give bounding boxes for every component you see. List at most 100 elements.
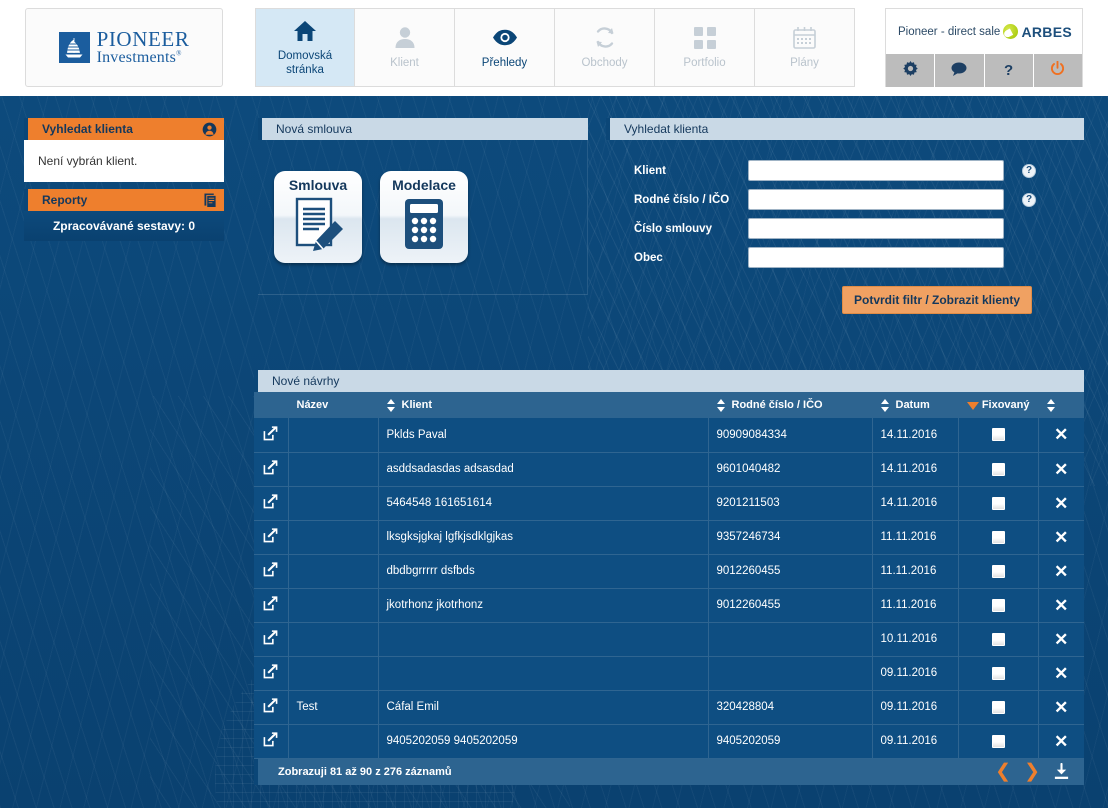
- nav-tab-portfolio[interactable]: Portfolio: [655, 8, 755, 87]
- cell-fixovany[interactable]: [958, 690, 1039, 725]
- table-row[interactable]: Pklds Paval 90909084334 14.11.2016 ✕: [254, 418, 1084, 453]
- fixovany-checkbox[interactable]: [991, 564, 1005, 578]
- search-input-cislo-smlouvy[interactable]: [748, 218, 1004, 239]
- row-open-cell[interactable]: [254, 486, 289, 521]
- nav-tab-obchody[interactable]: Obchody: [555, 8, 655, 87]
- cell-delete[interactable]: ✕: [1038, 656, 1084, 691]
- open-detail-icon[interactable]: [263, 630, 278, 648]
- download-icon[interactable]: [1053, 763, 1070, 780]
- fixovany-checkbox[interactable]: [991, 598, 1005, 612]
- cell-fixovany[interactable]: [958, 418, 1039, 453]
- cell-fixovany[interactable]: [958, 588, 1039, 623]
- cell-delete[interactable]: ✕: [1038, 520, 1084, 555]
- nav-tab-prehledy[interactable]: Přehledy: [455, 8, 555, 87]
- cell-fixovany[interactable]: [958, 656, 1039, 691]
- table-row[interactable]: 5464548 161651614 9201211503 14.11.2016 ✕: [254, 486, 1084, 521]
- nav-tab-domovska-stranka[interactable]: Domovská stránka: [255, 8, 355, 87]
- help-icon-rodne-cislo[interactable]: ?: [1022, 192, 1036, 207]
- sort-icon-rodne-cislo[interactable]: [716, 398, 726, 412]
- fixovany-checkbox[interactable]: [991, 496, 1005, 510]
- delete-icon[interactable]: ✕: [1054, 698, 1068, 717]
- column-header-nazev[interactable]: Název: [288, 392, 378, 418]
- row-open-cell[interactable]: [254, 554, 289, 589]
- row-open-cell[interactable]: [254, 690, 289, 725]
- row-open-cell[interactable]: [254, 452, 289, 487]
- cell-delete[interactable]: ✕: [1038, 622, 1084, 657]
- sort-icon-datum[interactable]: [880, 398, 890, 412]
- table-row[interactable]: lksgksjgkaj lgfkjsdklgjkas 9357246734 11.1…: [254, 520, 1084, 555]
- table-row[interactable]: jkotrhonz jkotrhonz 9012260455 11.11.2016 ✕: [254, 588, 1084, 623]
- cell-delete[interactable]: ✕: [1038, 690, 1084, 725]
- delete-icon[interactable]: ✕: [1054, 630, 1068, 649]
- report-icon[interactable]: [204, 193, 217, 208]
- open-detail-icon[interactable]: [263, 596, 278, 614]
- fixovany-checkbox[interactable]: [991, 462, 1005, 476]
- open-detail-icon[interactable]: [263, 460, 278, 478]
- row-open-cell[interactable]: [254, 418, 289, 453]
- column-header-fixovany[interactable]: Fixovaný: [958, 392, 1038, 418]
- new-contract-modelace-button[interactable]: Modelace: [380, 171, 468, 263]
- open-detail-icon[interactable]: [263, 494, 278, 512]
- client-search-icon[interactable]: [202, 122, 217, 137]
- cell-delete[interactable]: ✕: [1038, 724, 1084, 759]
- delete-icon[interactable]: ✕: [1054, 460, 1068, 479]
- cell-fixovany[interactable]: [958, 486, 1039, 521]
- sort-icon-klient[interactable]: [386, 398, 396, 412]
- help-button[interactable]: ?: [984, 54, 1034, 87]
- new-contract-smlouva-button[interactable]: Smlouva: [274, 171, 362, 263]
- delete-icon[interactable]: ✕: [1054, 732, 1068, 751]
- submit-filter-button[interactable]: Potvrdit filtr / Zobrazit klienty: [841, 286, 1032, 314]
- open-detail-icon[interactable]: [263, 732, 278, 750]
- table-row[interactable]: 09.11.2016 ✕: [254, 656, 1084, 691]
- fixovany-checkbox[interactable]: [991, 734, 1005, 748]
- table-row[interactable]: Test Cáfal Emil 320428804 09.11.2016 ✕: [254, 690, 1084, 725]
- delete-icon[interactable]: ✕: [1054, 528, 1068, 547]
- prev-page-button[interactable]: ❮: [995, 762, 1011, 781]
- fixovany-checkbox[interactable]: [991, 530, 1005, 544]
- fixovany-checkbox[interactable]: [991, 666, 1005, 680]
- table-row[interactable]: dbdbgrrrrr dsfbds 9012260455 11.11.2016 ✕: [254, 554, 1084, 589]
- sort-icon-actions[interactable]: [1046, 398, 1056, 412]
- fixovany-checkbox[interactable]: [991, 428, 1005, 442]
- delete-icon[interactable]: ✕: [1054, 425, 1068, 444]
- column-header-rodne-cislo[interactable]: Rodné číslo / IČO: [708, 392, 872, 418]
- search-input-rodne-cislo[interactable]: [748, 189, 1004, 210]
- open-detail-icon[interactable]: [263, 562, 278, 580]
- settings-button[interactable]: [886, 54, 936, 87]
- column-header-actions[interactable]: [1038, 392, 1084, 418]
- cell-delete[interactable]: ✕: [1038, 486, 1084, 521]
- delete-icon[interactable]: ✕: [1054, 562, 1068, 581]
- table-row[interactable]: 10.11.2016 ✕: [254, 622, 1084, 657]
- open-detail-icon[interactable]: [263, 664, 278, 682]
- search-input-obec[interactable]: [748, 247, 1004, 268]
- logout-button[interactable]: [1033, 54, 1082, 87]
- help-icon-klient[interactable]: ?: [1022, 163, 1036, 178]
- nav-tab-plany[interactable]: Plány: [755, 8, 855, 87]
- row-open-cell[interactable]: [254, 520, 289, 555]
- table-row[interactable]: 9405202059 9405202059 9405202059 09.11.201…: [254, 724, 1084, 759]
- row-open-cell[interactable]: [254, 724, 289, 759]
- delete-icon[interactable]: ✕: [1054, 494, 1068, 513]
- open-detail-icon[interactable]: [263, 528, 278, 546]
- fixovany-checkbox[interactable]: [991, 632, 1005, 646]
- row-open-cell[interactable]: [254, 588, 289, 623]
- cell-delete[interactable]: ✕: [1038, 418, 1084, 453]
- cell-fixovany[interactable]: [958, 724, 1039, 759]
- delete-icon[interactable]: ✕: [1054, 596, 1068, 615]
- cell-fixovany[interactable]: [958, 520, 1039, 555]
- open-detail-icon[interactable]: [263, 426, 278, 444]
- row-open-cell[interactable]: [254, 656, 289, 691]
- open-detail-icon[interactable]: [263, 698, 278, 716]
- nav-tab-klient[interactable]: Klient: [355, 8, 455, 87]
- column-header-datum[interactable]: Datum: [872, 392, 958, 418]
- row-open-cell[interactable]: [254, 622, 289, 657]
- delete-icon[interactable]: ✕: [1054, 664, 1068, 683]
- cell-fixovany[interactable]: [958, 452, 1039, 487]
- sidebar-client-panel-header[interactable]: Vyhledat klienta: [24, 118, 224, 140]
- sidebar-reports-panel-header[interactable]: Reporty: [24, 189, 224, 211]
- column-header-klient[interactable]: Klient: [378, 392, 708, 418]
- next-page-button[interactable]: ❯: [1024, 762, 1040, 781]
- cell-fixovany[interactable]: [958, 622, 1039, 657]
- search-input-klient[interactable]: [748, 160, 1004, 181]
- table-row[interactable]: asddsadasdas adsasdad 9601040482 14.11.201…: [254, 452, 1084, 487]
